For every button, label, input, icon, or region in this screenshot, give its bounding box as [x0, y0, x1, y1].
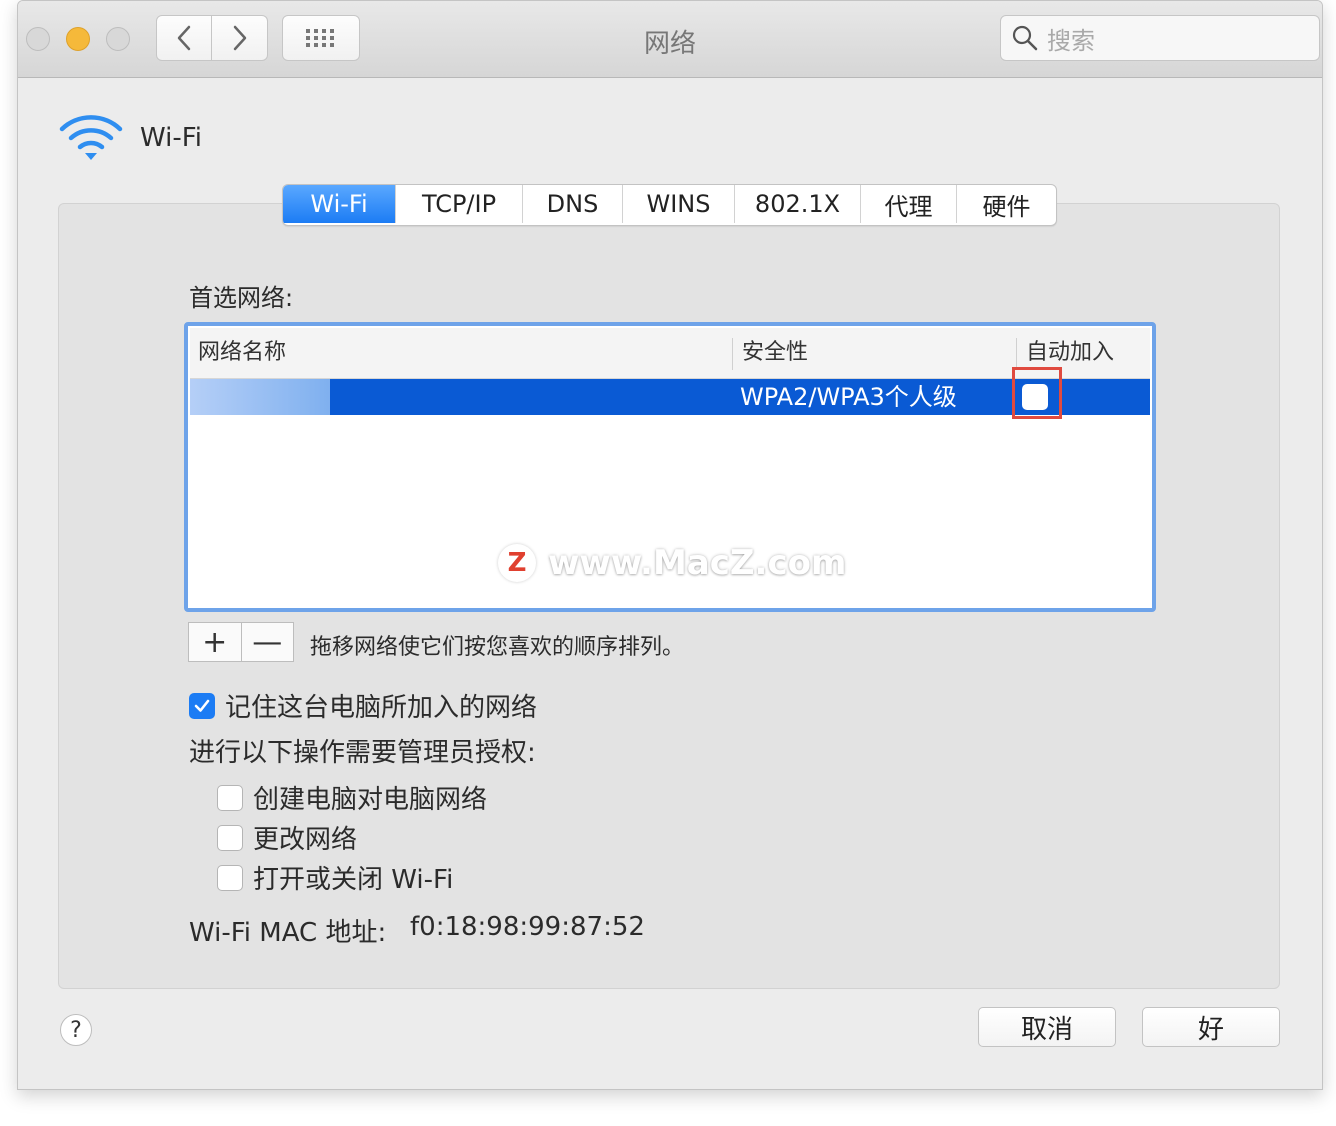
cancel-button[interactable]: 取消	[978, 1007, 1116, 1047]
network-preferences-window: 网络 搜索 Wi-Fi Wi-Fi TCP/IP DNS WINS 802.1X…	[17, 0, 1323, 1090]
admin-auth-label: 进行以下操作需要管理员授权:	[189, 738, 536, 768]
change-network-option[interactable]: 更改网络	[217, 819, 357, 856]
mac-address-label: Wi-Fi MAC 地址:	[189, 918, 387, 948]
change-network-label: 更改网络	[253, 825, 358, 855]
tab-wins[interactable]: WINS	[622, 185, 734, 223]
add-remove-group: + —	[188, 622, 294, 662]
help-button[interactable]: ?	[60, 1014, 92, 1046]
mac-address-value: f0:18:98:99:87:52	[410, 912, 645, 942]
search-field[interactable]: 搜索	[1000, 15, 1320, 61]
toggle-wifi-label: 打开或关闭 Wi-Fi	[253, 865, 454, 895]
title-bar: 网络 搜索	[18, 1, 1322, 78]
remember-networks-label: 记住这台电脑所加入的网络	[225, 693, 538, 723]
watermark: Z www.MacZ.com	[498, 543, 846, 583]
remember-networks-option[interactable]: 记住这台电脑所加入的网络	[189, 687, 537, 724]
tab-proxy[interactable]: 代理	[860, 185, 956, 223]
column-divider	[1016, 338, 1017, 370]
reorder-hint: 拖移网络使它们按您喜欢的顺序排列。	[310, 635, 685, 660]
toggle-wifi-option[interactable]: 打开或关闭 Wi-Fi	[217, 859, 453, 896]
watermark-text: www.MacZ.com	[548, 543, 847, 583]
change-network-checkbox[interactable]	[217, 824, 243, 851]
search-placeholder: 搜索	[1047, 26, 1095, 55]
network-name-redacted	[190, 379, 330, 415]
tab-8021x[interactable]: 802.1X	[734, 185, 860, 223]
table-row[interactable]: WPA2/WPA3个人级	[190, 379, 1150, 415]
tab-tcpip[interactable]: TCP/IP	[395, 185, 522, 223]
column-security[interactable]: 安全性	[742, 328, 808, 378]
column-divider	[732, 338, 733, 370]
remove-network-button[interactable]: —	[240, 623, 294, 661]
tab-hardware[interactable]: 硬件	[956, 185, 1056, 223]
annotation-highlight-box	[1012, 367, 1062, 419]
tab-dns[interactable]: DNS	[522, 185, 622, 223]
table-header: 网络名称 安全性 自动加入	[190, 328, 1150, 379]
toggle-wifi-checkbox[interactable]	[217, 864, 243, 891]
macz-logo-icon: Z	[498, 544, 536, 582]
tab-bar: Wi-Fi TCP/IP DNS WINS 802.1X 代理 硬件	[282, 184, 1057, 226]
wifi-icon	[59, 115, 123, 160]
remember-networks-checkbox[interactable]	[189, 692, 215, 719]
create-computer-network-option[interactable]: 创建电脑对电脑网络	[217, 779, 487, 816]
preferred-networks-label: 首选网络:	[189, 284, 294, 312]
search-icon	[1012, 25, 1038, 51]
create-computer-network-label: 创建电脑对电脑网络	[253, 785, 488, 815]
row-security: WPA2/WPA3个人级	[740, 383, 957, 411]
interface-header: Wi-Fi	[58, 113, 202, 163]
tab-wifi[interactable]: Wi-Fi	[283, 185, 395, 223]
interface-title: Wi-Fi	[140, 123, 203, 153]
column-network-name[interactable]: 网络名称	[198, 328, 286, 378]
create-computer-network-checkbox[interactable]	[217, 784, 243, 811]
ok-button[interactable]: 好	[1142, 1007, 1280, 1047]
add-network-button[interactable]: +	[189, 623, 241, 661]
checkmark-icon	[194, 699, 210, 712]
